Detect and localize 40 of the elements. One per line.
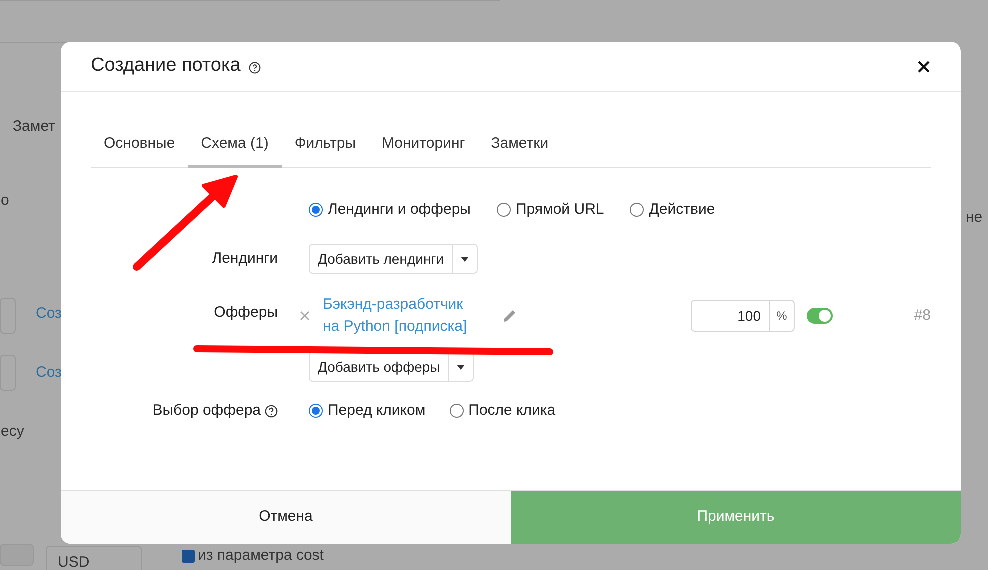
radio-button[interactable]	[630, 203, 644, 217]
background-text: Замет	[13, 117, 56, 137]
checkbox[interactable]	[182, 550, 195, 562]
close-icon	[300, 311, 310, 321]
tab[interactable]: Мониторинг	[369, 120, 478, 168]
tab[interactable]: Фильтры	[282, 120, 370, 168]
close-icon	[918, 60, 930, 72]
background-text: есу	[1, 422, 24, 442]
background-text: о	[1, 191, 10, 211]
field-label: Офферы	[214, 302, 278, 323]
offer-id: #8	[914, 306, 931, 326]
remove-button[interactable]	[300, 311, 310, 321]
help-icon[interactable]	[265, 404, 278, 418]
pencil-icon	[503, 309, 517, 323]
radio-label: Перед кликом	[328, 400, 426, 421]
toggle-switch[interactable]	[807, 308, 833, 324]
radio-label: Лендинги и офферы	[328, 200, 471, 220]
radio-label: После клика	[468, 400, 556, 421]
tab[interactable]: Схема (1)	[188, 120, 282, 168]
close-button[interactable]	[917, 60, 931, 74]
checkbox-label: из параметра cost	[198, 548, 324, 564]
field-label: Выбор оффера	[152, 400, 261, 421]
radio-button[interactable]	[309, 203, 323, 217]
background-text: не	[966, 208, 983, 228]
radio-label: Прямой URL	[516, 200, 604, 220]
radio-label: Действие	[649, 200, 716, 220]
caret-icon	[461, 256, 470, 262]
help-icon[interactable]	[248, 62, 261, 74]
dialog-title: Создание потока	[91, 54, 241, 78]
field-label: Лендинги	[212, 248, 278, 269]
edit-button[interactable]	[503, 309, 517, 323]
radio-button[interactable]	[450, 404, 464, 418]
caret-icon	[457, 364, 466, 370]
cancel-button[interactable]: Отмена	[61, 491, 511, 544]
currency-select[interactable]: USD	[46, 546, 142, 570]
share-field[interactable]: 100 %	[691, 300, 795, 332]
tab[interactable]: Заметки	[478, 120, 562, 168]
tab[interactable]: Основные	[91, 120, 188, 168]
radio-button[interactable]	[309, 404, 323, 418]
radio-button[interactable]	[496, 203, 511, 217]
